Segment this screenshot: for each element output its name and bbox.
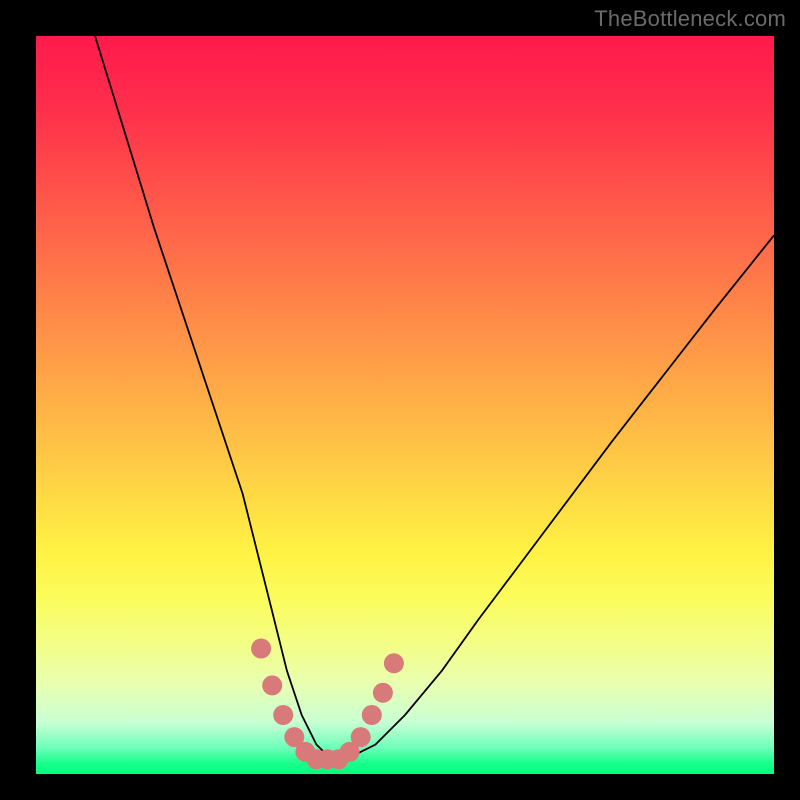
- watermark-text: TheBottleneck.com: [594, 6, 786, 32]
- chart-container: TheBottleneck.com: [0, 0, 800, 800]
- highlighted-dot: [262, 675, 282, 695]
- highlighted-dot: [373, 683, 393, 703]
- highlighted-dot: [384, 653, 404, 673]
- chart-svg-overlay: [36, 36, 774, 774]
- highlighted-dots-group: [251, 639, 404, 770]
- highlighted-dot: [251, 639, 271, 659]
- bottleneck-curve-line: [95, 36, 774, 759]
- highlighted-dot: [351, 727, 371, 747]
- highlighted-dot: [362, 705, 382, 725]
- highlighted-dot: [273, 705, 293, 725]
